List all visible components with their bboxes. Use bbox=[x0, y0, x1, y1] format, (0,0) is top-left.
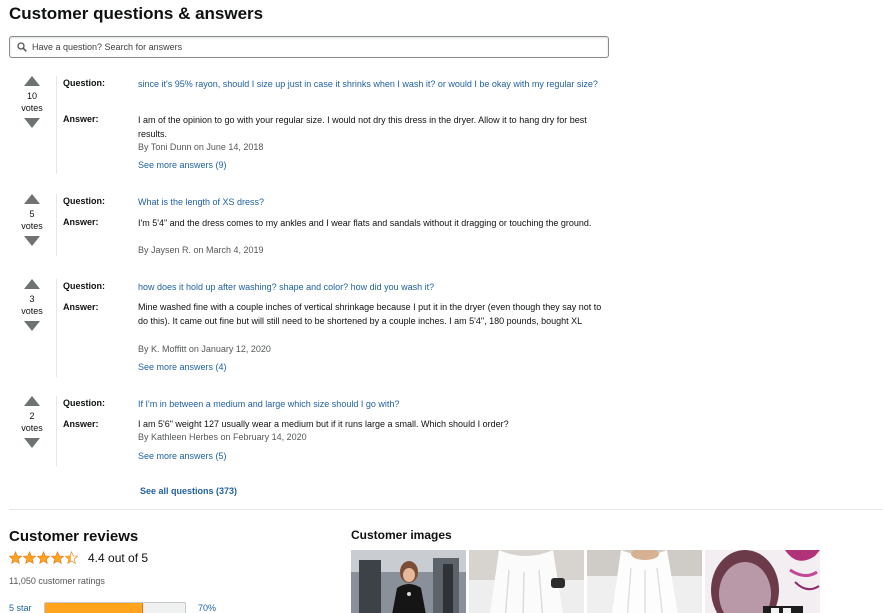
qa-search-input[interactable] bbox=[32, 39, 592, 55]
upvote-arrow-icon[interactable] bbox=[24, 396, 40, 406]
upvote-arrow-icon[interactable] bbox=[24, 194, 40, 204]
downvote-arrow-icon[interactable] bbox=[24, 118, 40, 128]
answer-text: I am of the opinion to go with your regu… bbox=[138, 115, 587, 139]
see-all-questions-link[interactable]: See all questions (373) bbox=[140, 486, 237, 496]
vote-divider bbox=[56, 396, 57, 466]
downvote-arrow-icon[interactable] bbox=[24, 321, 40, 331]
answer-label: Answer: bbox=[63, 302, 99, 312]
vote-widget: 2 votes bbox=[17, 396, 47, 448]
ratings-count: 11,050 customer ratings bbox=[9, 576, 105, 586]
see-more-answers-link[interactable]: See more answers (5) bbox=[138, 451, 227, 461]
vote-widget: 10 votes bbox=[17, 76, 47, 128]
customer-reviews-title: Customer reviews bbox=[9, 528, 139, 545]
answer-text: Mine washed fine with a couple inches of… bbox=[138, 302, 602, 326]
question-label: Question: bbox=[63, 196, 105, 206]
vote-count: 10 bbox=[26, 91, 37, 101]
customer-images-title: Customer images bbox=[351, 528, 452, 542]
vote-widget: 3 votes bbox=[17, 279, 47, 331]
answer-byline: By Jaysen R. on March 4, 2019 bbox=[138, 245, 264, 255]
question-link[interactable]: If I'm in between a medium and large whi… bbox=[138, 397, 618, 411]
vote-count: 2 bbox=[29, 411, 35, 421]
answer-label: Answer: bbox=[63, 419, 99, 429]
customer-image-thumbnail[interactable] bbox=[587, 550, 702, 613]
answer-text: I am 5'6" weight 127 usually wear a medi… bbox=[138, 419, 509, 429]
question-label: Question: bbox=[63, 398, 105, 408]
customer-image-thumbnail[interactable] bbox=[705, 550, 820, 613]
answer-byline: By Toni Dunn on June 14, 2018 bbox=[138, 142, 264, 152]
votes-label: votes bbox=[21, 221, 43, 231]
upvote-arrow-icon[interactable] bbox=[24, 279, 40, 289]
star-rating-icon[interactable] bbox=[9, 551, 81, 565]
vote-count: 3 bbox=[29, 294, 35, 304]
customer-image-thumbnail[interactable] bbox=[469, 550, 584, 613]
average-rating-text: 4.4 out of 5 bbox=[88, 551, 149, 565]
downvote-arrow-icon[interactable] bbox=[24, 236, 40, 246]
vote-count: 5 bbox=[29, 209, 35, 219]
section-divider bbox=[9, 509, 883, 510]
rating-row-label-5-star[interactable]: 5 star bbox=[9, 603, 32, 613]
question-link[interactable]: What is the length of XS dress? bbox=[138, 195, 618, 209]
answer-label: Answer: bbox=[63, 114, 99, 124]
answer-byline: By K. Moffitt on January 12, 2020 bbox=[138, 344, 271, 354]
votes-label: votes bbox=[21, 103, 43, 113]
see-more-answers-link[interactable]: See more answers (4) bbox=[138, 362, 227, 372]
search-icon bbox=[17, 42, 27, 52]
question-link[interactable]: how does it hold up after washing? shape… bbox=[138, 280, 618, 294]
question-label: Question: bbox=[63, 78, 105, 88]
rating-row-percent[interactable]: 70% bbox=[198, 603, 216, 613]
rating-bar-fill bbox=[45, 603, 143, 613]
see-more-answers-link[interactable]: See more answers (9) bbox=[138, 160, 227, 170]
downvote-arrow-icon[interactable] bbox=[24, 438, 40, 448]
vote-divider bbox=[56, 279, 57, 377]
upvote-arrow-icon[interactable] bbox=[24, 76, 40, 86]
answer-label: Answer: bbox=[63, 217, 99, 227]
customer-image-thumbnail[interactable] bbox=[351, 550, 466, 613]
qa-search-box[interactable] bbox=[9, 36, 609, 58]
answer-byline: By Kathleen Herbes on February 14, 2020 bbox=[138, 432, 307, 442]
answer-text: I'm 5'4" and the dress comes to my ankle… bbox=[138, 218, 592, 228]
vote-divider bbox=[56, 194, 57, 256]
vote-widget: 5 votes bbox=[17, 194, 47, 246]
rating-bar-5-star[interactable] bbox=[44, 602, 186, 613]
vote-divider bbox=[56, 76, 57, 174]
votes-label: votes bbox=[21, 306, 43, 316]
votes-label: votes bbox=[21, 423, 43, 433]
question-link[interactable]: since it's 95% rayon, should I size up j… bbox=[138, 77, 618, 91]
question-label: Question: bbox=[63, 281, 105, 291]
qa-section-title: Customer questions & answers bbox=[9, 4, 264, 23]
